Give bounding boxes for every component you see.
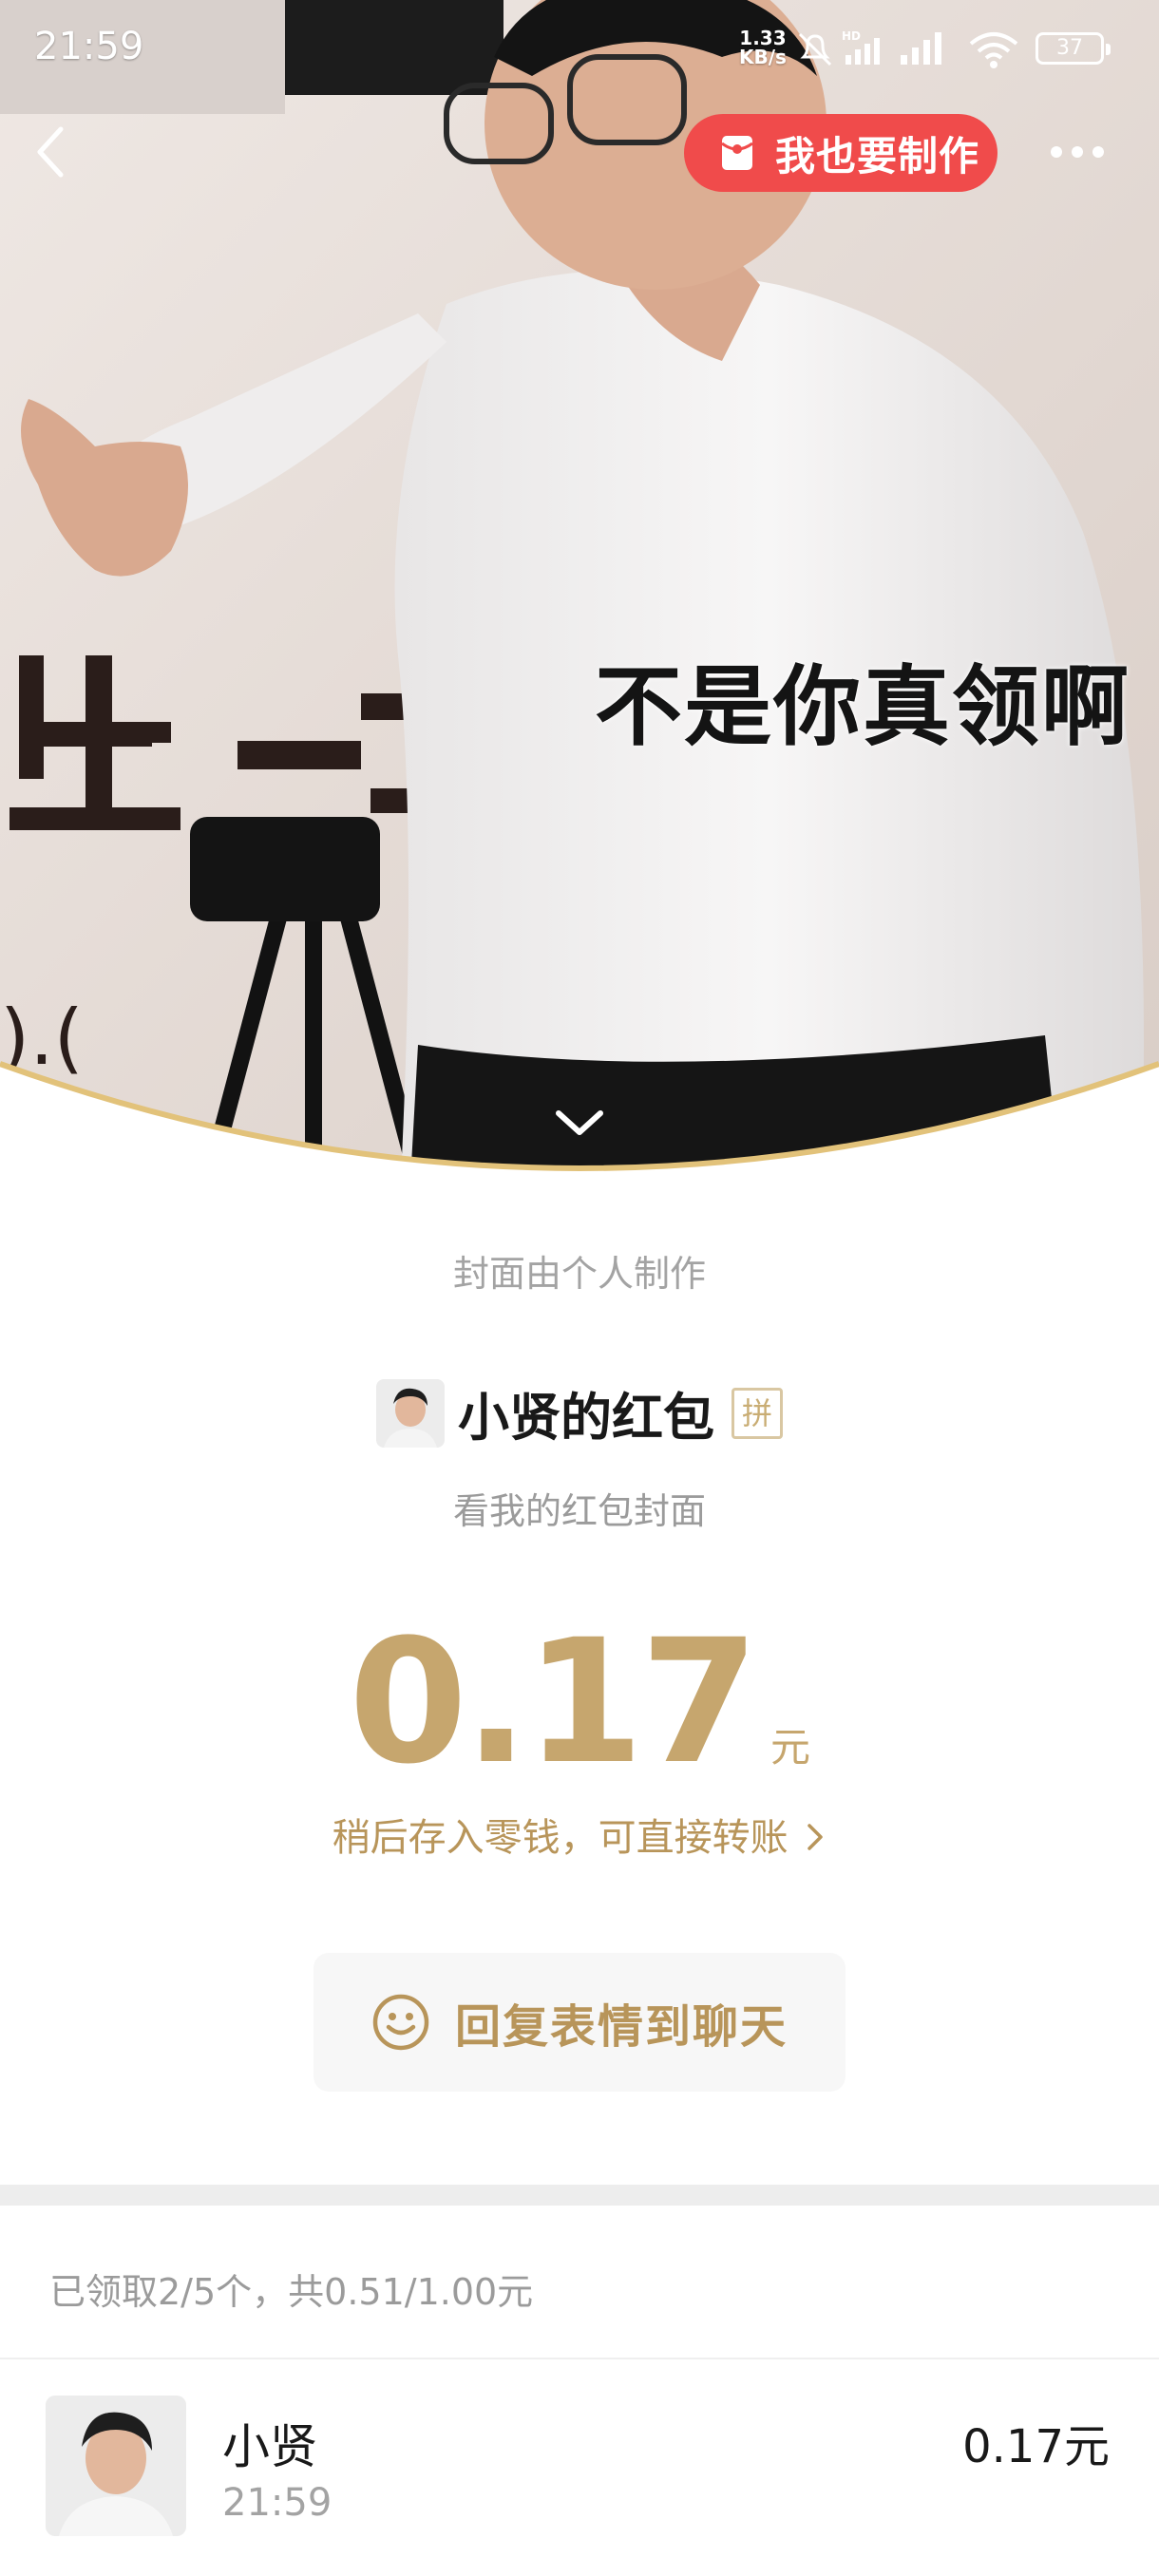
received-summary: 已领取2/5个，共0.51/1.00元 [49,2271,534,2313]
status-bar: 21:59 1.33 KB/s HD 37 [0,0,1159,95]
group-packet-badge: 拼 [732,1387,783,1439]
chevron-right-icon [808,1824,824,1850]
avatar[interactable] [46,2396,186,2536]
network-speed-value: 1.33 [739,27,787,49]
wallet-link[interactable]: 稍后存入零钱，可直接转账 [0,1807,1159,1862]
network-speed: 1.33 KB/s [739,28,787,66]
chevron-down-icon[interactable] [551,1104,608,1142]
sender-row: 小贤的红包 拼 [0,1375,1159,1450]
avatar [376,1378,445,1448]
cover-caption: 不是你真领啊 [594,656,1130,758]
smiley-icon [372,1994,429,2051]
blessing-text: 看我的红包封面 [452,1490,706,1532]
receive-time: 21:59 [222,2481,332,2525]
section-divider [0,2185,1159,2206]
amount-row: 0.17 元 [0,1603,1159,1802]
amount-unit: 元 [770,1724,811,1771]
list-item[interactable]: 小贤 21:59 0.17元 [0,2359,1159,2576]
receiver-name: 小贤 [222,2419,317,2474]
svg-text:HD: HD [842,29,861,43]
sender-name: 小贤的红包 [458,1388,714,1448]
reply-sticker-button[interactable]: 回复表情到聊天 [314,1953,846,2092]
wallet-link-label: 稍后存入零钱，可直接转账 [332,1816,788,1860]
mute-bell-icon [798,32,832,66]
wifi-icon [969,32,1018,68]
receive-amount: 0.17元 [962,2420,1110,2473]
status-time: 21:59 [34,25,144,68]
signal-icon [901,32,941,65]
hd-signal-icon: HD [842,29,880,65]
battery-icon: 37 [1036,32,1111,65]
more-dots-icon[interactable] [1049,141,1106,163]
make-cover-button[interactable]: 我也要制作 [684,114,998,192]
back-button[interactable] [32,123,70,180]
make-cover-label: 我也要制作 [775,132,980,180]
red-packet-cover[interactable]: ).(不是你真领啊 [0,0,1159,1216]
cover-author-note: 封面由个人制作 [452,1253,706,1295]
cover-photo: ).( [0,0,1159,1171]
reply-sticker-label: 回复表情到聊天 [454,2000,788,2054]
network-speed-unit: KB/s [739,46,787,68]
red-packet-icon [721,136,753,170]
amount-value: 0.17 [348,1603,759,1802]
